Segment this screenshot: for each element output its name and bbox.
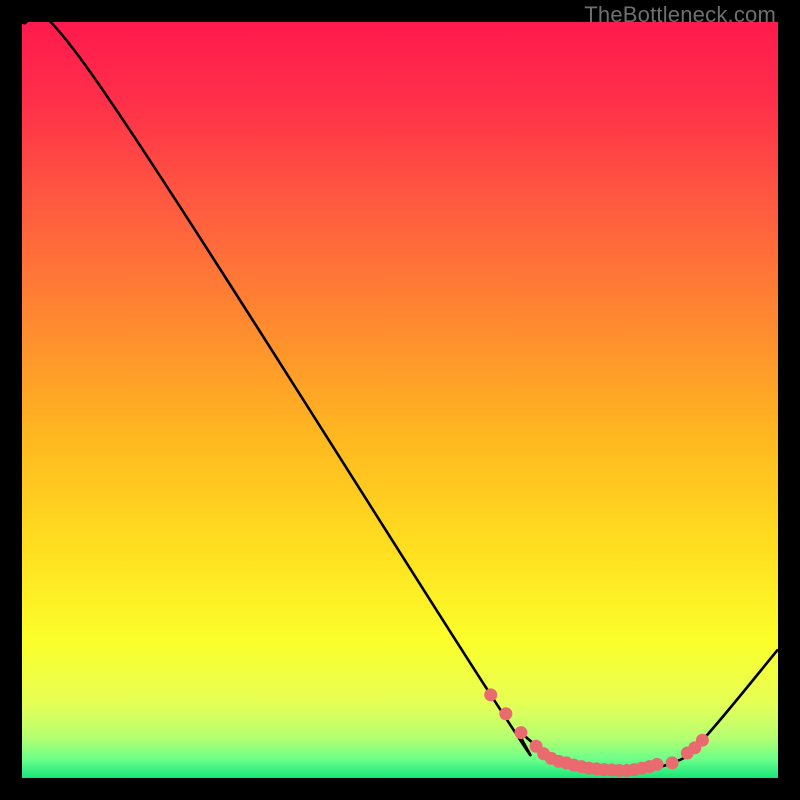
data-marker — [499, 707, 512, 720]
bottleneck-chart — [22, 22, 778, 778]
watermark-text: TheBottleneck.com — [584, 2, 776, 28]
data-marker — [514, 726, 527, 739]
data-marker — [666, 756, 679, 769]
data-marker — [651, 758, 664, 771]
gradient-background — [22, 22, 778, 778]
data-marker — [484, 688, 497, 701]
data-marker — [696, 734, 709, 747]
chart-frame — [22, 22, 778, 778]
